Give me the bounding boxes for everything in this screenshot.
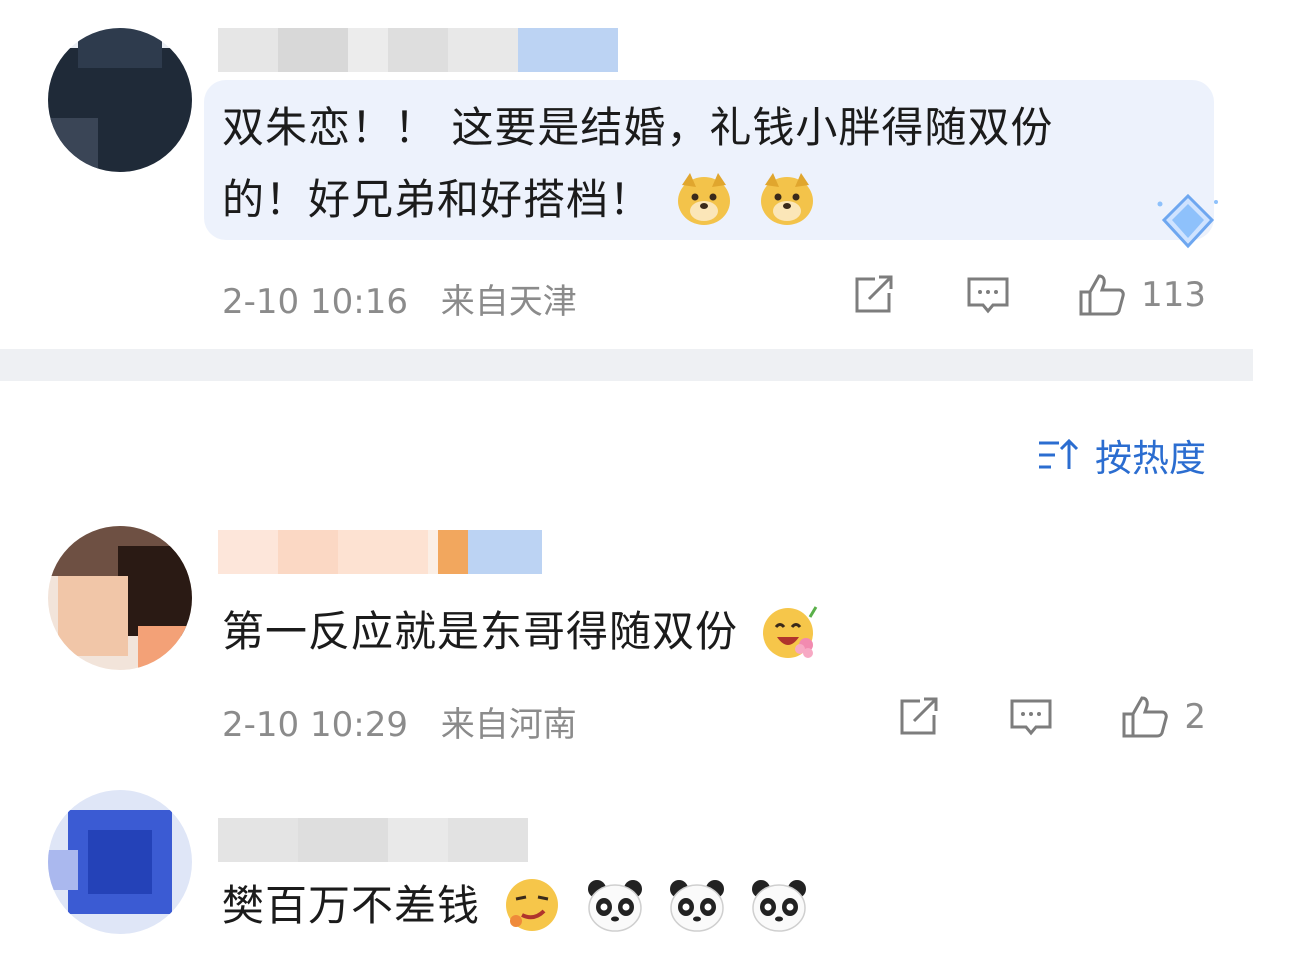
comment-text-line: 樊百万不差钱 (222, 881, 481, 930)
like-count: 113 (1141, 275, 1206, 315)
comment-meta: 2-10 10:16 来自天津 (222, 274, 577, 323)
comment-text: 双朱恋！！ 这要是结婚，礼钱小胖得随双份 的！好兄弟和好搭档！ (222, 92, 1053, 236)
like-count: 2 (1184, 697, 1206, 737)
username-blurred[interactable] (218, 818, 528, 862)
like-icon[interactable] (1120, 694, 1170, 740)
comment-time: 2-10 10:16 (222, 282, 408, 322)
username-blurred[interactable] (218, 530, 542, 574)
comment-text-line: 第一反应就是东哥得随双份 (222, 607, 739, 656)
comment-text-line1: 双朱恋！！ 这要是结婚，礼钱小胖得随双份 (222, 103, 1054, 152)
panda-emoji (587, 879, 642, 932)
comment-time: 2-10 10:29 (222, 705, 408, 745)
like-icon[interactable] (1077, 272, 1127, 318)
comment-meta: 2-10 10:29 来自河南 (222, 697, 577, 746)
smirk-emoji (506, 878, 559, 931)
avatar[interactable] (48, 526, 192, 670)
doge-emoji (760, 172, 813, 225)
reply-icon[interactable] (1008, 695, 1054, 739)
share-icon[interactable] (851, 273, 897, 317)
panda-emoji (752, 879, 807, 932)
comment-text: 樊百万不差钱 (222, 870, 809, 942)
panda-emoji (670, 879, 725, 932)
flower-laugh-emoji (763, 605, 818, 658)
sort-label: 按热度 (1095, 437, 1206, 480)
comment-actions: 2 (896, 694, 1206, 740)
username-blurred[interactable] (218, 28, 618, 72)
avatar[interactable] (48, 790, 192, 934)
comment-location: 来自河南 (440, 705, 577, 745)
reply-icon[interactable] (965, 273, 1011, 317)
comment-actions: 113 (851, 272, 1206, 318)
comment-location: 来自天津 (440, 282, 577, 322)
share-icon[interactable] (896, 695, 942, 739)
diamond-badge-icon (1157, 193, 1218, 249)
comment-text-line2: 的！好兄弟和好搭档！ (222, 175, 653, 224)
avatar[interactable] (48, 28, 192, 172)
doge-emoji (678, 172, 731, 225)
sort-icon (1039, 438, 1079, 469)
sort-by-hot-button[interactable]: 按热度 (1037, 428, 1206, 482)
section-divider (0, 349, 1253, 381)
comment-text: 第一反应就是东哥得随双份 (222, 596, 820, 668)
